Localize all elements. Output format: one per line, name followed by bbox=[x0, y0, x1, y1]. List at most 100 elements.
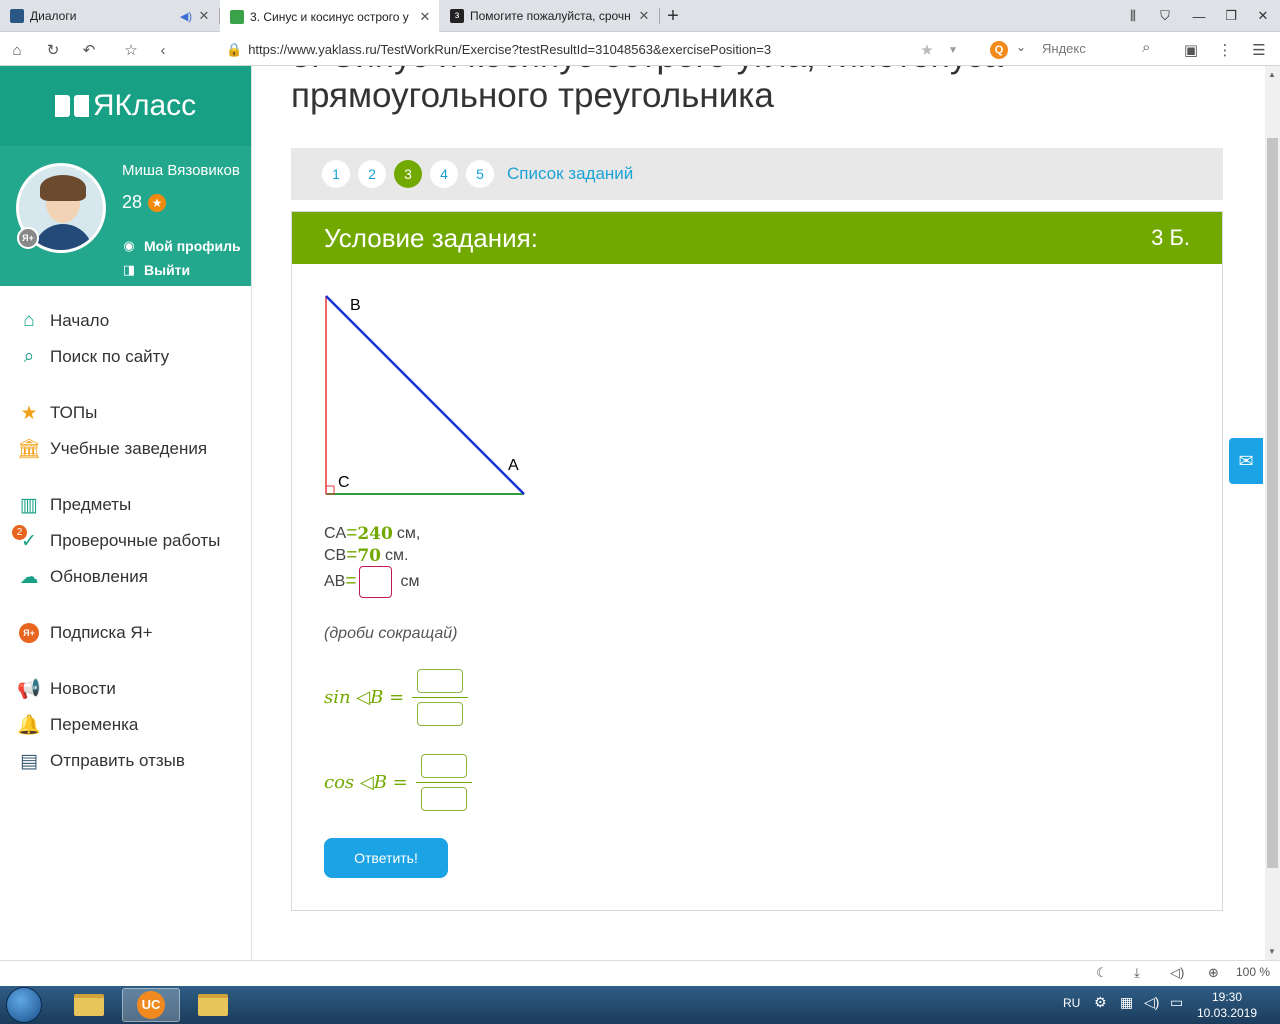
taskbar-browser[interactable]: UC bbox=[122, 988, 180, 1022]
close-tab-icon[interactable]: ✕ bbox=[417, 9, 433, 25]
sidebar-item-updates[interactable]: ☁ Обновления bbox=[0, 559, 252, 595]
minimize-button[interactable]: — bbox=[1182, 0, 1216, 32]
page-scrollbar[interactable]: ▲ ▼ bbox=[1265, 66, 1280, 960]
network-icon[interactable]: ▦ bbox=[1120, 994, 1133, 1011]
task-header-title: Условие задания: bbox=[324, 222, 538, 253]
fraction-bar bbox=[412, 697, 469, 698]
equals-sign: = bbox=[346, 545, 358, 566]
steam-icon[interactable]: ⚙ bbox=[1094, 994, 1107, 1011]
search-box[interactable]: Q ⌄ Яндекс ⌕ bbox=[988, 39, 1166, 61]
sidebar-item-label: Начало bbox=[50, 311, 110, 330]
download-icon[interactable]: ⤓ bbox=[1134, 965, 1140, 981]
tab-exercise[interactable]: 3. Синус и косинус острого у ✕ bbox=[220, 0, 439, 33]
scroll-down-icon[interactable]: ▼ bbox=[1268, 947, 1276, 956]
logout-link[interactable]: ◨ Выйти bbox=[122, 262, 190, 278]
book-icon: ▥ bbox=[20, 494, 38, 516]
vertex-label-c: C bbox=[338, 474, 350, 491]
zoom-level[interactable]: 100 % bbox=[1236, 965, 1270, 979]
page-button-5[interactable]: 5 bbox=[466, 160, 494, 188]
submit-answer-button[interactable]: Ответить! bbox=[324, 838, 448, 878]
my-profile-link[interactable]: ◉ Мой профиль bbox=[122, 238, 241, 254]
close-tab-icon[interactable]: ✕ bbox=[196, 8, 212, 24]
taskbar-explorer-2[interactable] bbox=[184, 988, 242, 1022]
dropdown-icon[interactable]: ▼ bbox=[942, 39, 964, 61]
restore-button[interactable]: ❐ bbox=[1214, 0, 1248, 32]
user-icon: ◉ bbox=[123, 238, 135, 253]
browser-status-bar: ☾ ⤓ ◁) ⊕ 100 % bbox=[0, 960, 1280, 986]
scroll-up-icon[interactable]: ▲ bbox=[1268, 70, 1276, 79]
tab-dialogs[interactable]: Диалоги ◀) ✕ bbox=[0, 0, 218, 32]
task-list-link[interactable]: Список заданий bbox=[507, 164, 633, 184]
tab-title: 3. Синус и косинус острого у bbox=[250, 9, 409, 24]
system-clock[interactable]: 19:30 10.03.2019 bbox=[1196, 989, 1258, 1021]
page-title: 3. Синус и косинус острого угла, гипотен… bbox=[291, 66, 1003, 116]
sidebar-item-label: Обновления bbox=[50, 567, 148, 586]
language-indicator[interactable]: RU bbox=[1063, 996, 1080, 1010]
url-field[interactable]: 🔒 https://www.yaklass.ru/TestWorkRun/Exer… bbox=[226, 42, 771, 58]
sidebar-item-break[interactable]: 🔔 Переменка bbox=[0, 707, 252, 743]
fraction-bar bbox=[415, 782, 472, 783]
night-mode-icon[interactable]: ☾ bbox=[1096, 965, 1108, 981]
url-text: https://www.yaklass.ru/TestWorkRun/Exerc… bbox=[248, 42, 772, 57]
ab-answer-input[interactable] bbox=[359, 566, 393, 598]
page-button-3[interactable]: 3 bbox=[394, 160, 422, 188]
page-title-line1: 3. Синус и косинус острого угла, гипотен… bbox=[291, 66, 1003, 76]
new-tab-button[interactable]: + bbox=[656, 0, 690, 32]
reader-icon[interactable]: ▣ bbox=[1180, 39, 1202, 61]
exercise-pager: 1 2 3 4 5 Список заданий bbox=[291, 148, 1223, 200]
volume-icon[interactable]: ◁) bbox=[1144, 994, 1159, 1011]
sidebar-item-search[interactable]: ⌕ Поиск по сайту bbox=[0, 339, 252, 375]
scrollbar-thumb[interactable] bbox=[1267, 138, 1278, 868]
clock-date: 10.03.2019 bbox=[1196, 1006, 1258, 1020]
extensions-icon[interactable]: ⛉ bbox=[1148, 0, 1182, 32]
volume-icon[interactable]: ◁) bbox=[1170, 965, 1184, 981]
chevron-down-icon[interactable]: ⌄ bbox=[1016, 40, 1026, 54]
page-button-1[interactable]: 1 bbox=[322, 160, 350, 188]
sound-icon[interactable]: ◀) bbox=[180, 10, 192, 23]
logout-label: Выйти bbox=[144, 262, 191, 278]
star-icon: ★ bbox=[20, 402, 38, 424]
address-bar: ⌂ ↻ ↶ ☆ ‹ 🔒 https://www.yaklass.ru/TestWo… bbox=[0, 33, 1280, 66]
tab-list-icon[interactable]: ⫼ bbox=[1116, 0, 1150, 32]
tab-znanija[interactable]: з Помогите пожалуйста, срочн ✕ bbox=[440, 0, 658, 32]
sidebar-item-tests[interactable]: ✓ 2 Проверочные работы bbox=[0, 523, 252, 559]
task-header: Условие задания: 3 Б. bbox=[292, 212, 1222, 264]
sidebar-item-home[interactable]: ⌂ Начало bbox=[0, 303, 252, 339]
feedback-icon: ▤ bbox=[20, 750, 38, 772]
bookmark-star-icon[interactable]: ☆ bbox=[120, 39, 142, 61]
close-window-button[interactable]: ✕ bbox=[1246, 0, 1280, 32]
search-input[interactable]: Яндекс bbox=[1042, 41, 1086, 56]
sidebar-item-institutions[interactable]: 🏛 Учебные заведения bbox=[0, 431, 252, 467]
start-button[interactable] bbox=[6, 987, 42, 1023]
undo-icon[interactable]: ↶ bbox=[78, 39, 100, 61]
zoom-icon[interactable]: ⊕ bbox=[1208, 965, 1219, 981]
menu-icon[interactable]: ☰ bbox=[1248, 39, 1270, 61]
favorite-icon[interactable]: ★ bbox=[916, 39, 938, 61]
vertex-label-a: A bbox=[508, 457, 519, 474]
user-name[interactable]: Миша Вязовиков bbox=[122, 162, 240, 179]
reload-icon[interactable]: ↻ bbox=[42, 39, 64, 61]
sidebar-item-subjects[interactable]: ▥ Предметы bbox=[0, 487, 252, 523]
sin-denominator-input[interactable] bbox=[417, 702, 464, 726]
sidebar-item-news[interactable]: 📢 Новости bbox=[0, 671, 252, 707]
cos-denominator-input[interactable] bbox=[420, 787, 467, 811]
search-icon: ⌕ bbox=[23, 346, 35, 367]
close-tab-icon[interactable]: ✕ bbox=[636, 8, 652, 24]
book-logo-icon bbox=[54, 95, 89, 117]
home-icon[interactable]: ⌂ bbox=[6, 39, 28, 61]
page-button-4[interactable]: 4 bbox=[430, 160, 458, 188]
mail-feedback-button[interactable]: ✉ bbox=[1229, 438, 1263, 484]
site-logo[interactable]: ЯКласс bbox=[0, 66, 251, 146]
sin-numerator-input[interactable] bbox=[417, 669, 464, 693]
cos-numerator-input[interactable] bbox=[420, 754, 467, 778]
taskbar-explorer[interactable] bbox=[60, 988, 118, 1022]
sidebar-item-tops[interactable]: ★ ТОПы bbox=[0, 395, 252, 431]
sidebar-item-feedback[interactable]: ▤ Отправить отзыв bbox=[0, 743, 252, 779]
page-button-2[interactable]: 2 bbox=[358, 160, 386, 188]
search-icon[interactable]: ⌕ bbox=[1142, 39, 1150, 56]
my-profile-label: Мой профиль bbox=[144, 238, 241, 254]
sidebar-item-subscription[interactable]: Я+ Подписка Я+ bbox=[0, 615, 252, 651]
display-icon[interactable]: ▭ bbox=[1170, 994, 1183, 1011]
more-icon[interactable]: ⋮ bbox=[1214, 39, 1236, 61]
back-icon[interactable]: ‹ bbox=[152, 39, 174, 61]
